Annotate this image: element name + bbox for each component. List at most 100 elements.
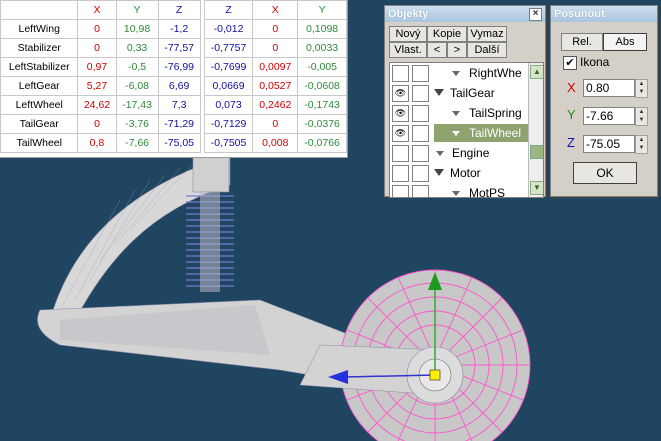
cell-y: -7,66 [115,133,159,153]
lock-toggle[interactable] [412,185,429,197]
expand-icon[interactable] [452,71,460,76]
cell-x2: 0 [252,38,299,58]
tree-item[interactable]: 👁 TailGear [390,83,530,103]
expand-icon[interactable] [436,151,444,156]
cell-x: 0 [77,19,117,39]
cell-z2: -0,7757 [203,38,254,58]
cell-y: -3,76 [115,114,159,134]
previous-button[interactable]: < [427,42,447,58]
expand-icon[interactable] [452,111,460,116]
cell-z: 6,69 [157,76,201,96]
y-coordinate-input[interactable]: -7.66 [583,107,635,125]
scroll-thumb[interactable] [530,145,543,159]
scroll-down-icon[interactable]: ▼ [530,181,543,195]
y-spinner[interactable]: ▲ ▼ [635,107,648,126]
cell-z2: -0,7505 [203,133,254,153]
chevron-down-icon[interactable] [434,89,444,96]
table-row: TailWheel 0,8 -7,66 -75,05 -0,7505 0,008… [0,133,347,153]
table-row: LeftStabilizer 0,97 -0,5 -76,99 -0,7699 … [0,57,347,77]
tree-item-selected[interactable]: 👁 TailWheel [390,123,530,143]
cell-z: -75,05 [157,133,201,153]
tree-item[interactable]: MotPS [390,183,530,198]
table-header-cell: Y [297,0,347,20]
row-name: LeftWheel [0,95,79,115]
vlastnosti-button[interactable]: Vlast. [389,42,427,58]
z-spinner[interactable]: ▲ ▼ [635,135,648,154]
lock-toggle[interactable] [412,165,429,182]
next-button[interactable]: > [447,42,467,58]
cell-x2: 0,0527 [252,76,299,96]
cell-x2: 0,0097 [252,57,299,77]
visibility-toggle[interactable] [392,165,409,182]
kopie-button[interactable]: Kopie [427,26,467,42]
table-header-cell: Z [157,0,201,20]
x-spinner[interactable]: ▲ ▼ [635,79,648,98]
x-coordinate-input[interactable]: 0.80 [583,79,635,97]
tree-item[interactable]: 👁 TailSpring [390,103,530,123]
eye-icon[interactable]: 👁 [392,125,409,142]
visibility-toggle[interactable] [392,65,409,82]
ok-button[interactable]: OK [573,162,637,184]
ikona-checkbox[interactable]: ✔ [563,56,577,70]
posunout-title: Posunout [554,8,605,20]
table-header-cell: Y [115,0,159,20]
tree-item[interactable]: Motor [390,163,530,183]
eye-icon[interactable]: 👁 [392,85,409,102]
table-row: LeftGear 5,27 -6,08 6,69 0,0669 0,0527 -… [0,76,347,96]
row-name: LeftStabilizer [0,57,79,77]
objekty-window: Objekty × Nový Kopie Vymaz Vlast. < > Da… [384,5,546,198]
lock-toggle[interactable] [412,65,429,82]
lock-toggle[interactable] [412,85,429,102]
cell-z2: 0,0669 [203,76,254,96]
tree-item-label: TailSpring [469,106,522,120]
expand-icon[interactable] [452,191,460,196]
object-tree[interactable]: RightWhe 👁 TailGear 👁 TailSpring 👁 TailW… [389,62,544,198]
row-name: TailWheel [0,133,79,153]
z-axis-label: Z [567,135,575,150]
cell-z2: -0,7129 [203,114,254,134]
cell-x: 0,97 [77,57,117,77]
lock-toggle[interactable] [412,125,429,142]
row-name: TailGear [0,114,79,134]
tree-scrollbar[interactable]: ▲ ▼ [528,63,543,197]
tree-item[interactable]: Engine [390,143,530,163]
objekty-titlebar[interactable]: Objekty × [385,6,545,22]
dalsi-button[interactable]: Další [467,42,507,58]
chevron-down-icon[interactable] [434,169,444,176]
novy-button[interactable]: Nový [389,26,427,42]
cell-x: 0 [77,114,117,134]
visibility-toggle[interactable] [392,185,409,197]
z-coordinate-input[interactable]: -75.05 [583,135,635,153]
posunout-titlebar[interactable]: Posunout [551,6,657,22]
absolute-button[interactable]: Abs [603,33,647,51]
tree-item-label: RightWhe [469,66,522,80]
lock-toggle[interactable] [412,145,429,162]
vymaz-button[interactable]: Vymaz [467,26,507,42]
row-name: LeftGear [0,76,79,96]
cell-y: -17,43 [115,95,159,115]
visibility-toggle[interactable] [392,145,409,162]
tree-item[interactable]: RightWhe [390,63,530,83]
cell-x2: 0,2462 [252,95,299,115]
cell-y2: -0,1743 [297,95,347,115]
table-header-cell: Z [203,0,254,20]
cell-z2: 0,073 [203,95,254,115]
row-name: LeftWing [0,19,79,39]
relative-button[interactable]: Rel. [561,33,603,51]
tree-item-label: TailGear [450,86,495,100]
cell-y: -0,5 [115,57,159,77]
cell-x: 24,62 [77,95,117,115]
lock-toggle[interactable] [412,105,429,122]
cell-y: 10,98 [115,19,159,39]
scroll-up-icon[interactable]: ▲ [530,65,543,79]
cell-z: -77,57 [157,38,201,58]
ikona-label: Ikona [580,55,610,69]
table-row: LeftWheel 24,62 -17,43 7,3 0,073 0,2462 … [0,95,347,115]
cell-y2: 0,1098 [297,19,347,39]
close-icon[interactable]: × [529,8,542,21]
posunout-window: Posunout Rel. Abs ✔ Ikona X 0.80 ▲ ▼ Y -7… [550,5,658,197]
tree-item-label: MotPS [469,186,506,198]
table-header-cell: X [252,0,299,20]
expand-icon[interactable] [452,131,460,136]
eye-icon[interactable]: 👁 [392,105,409,122]
